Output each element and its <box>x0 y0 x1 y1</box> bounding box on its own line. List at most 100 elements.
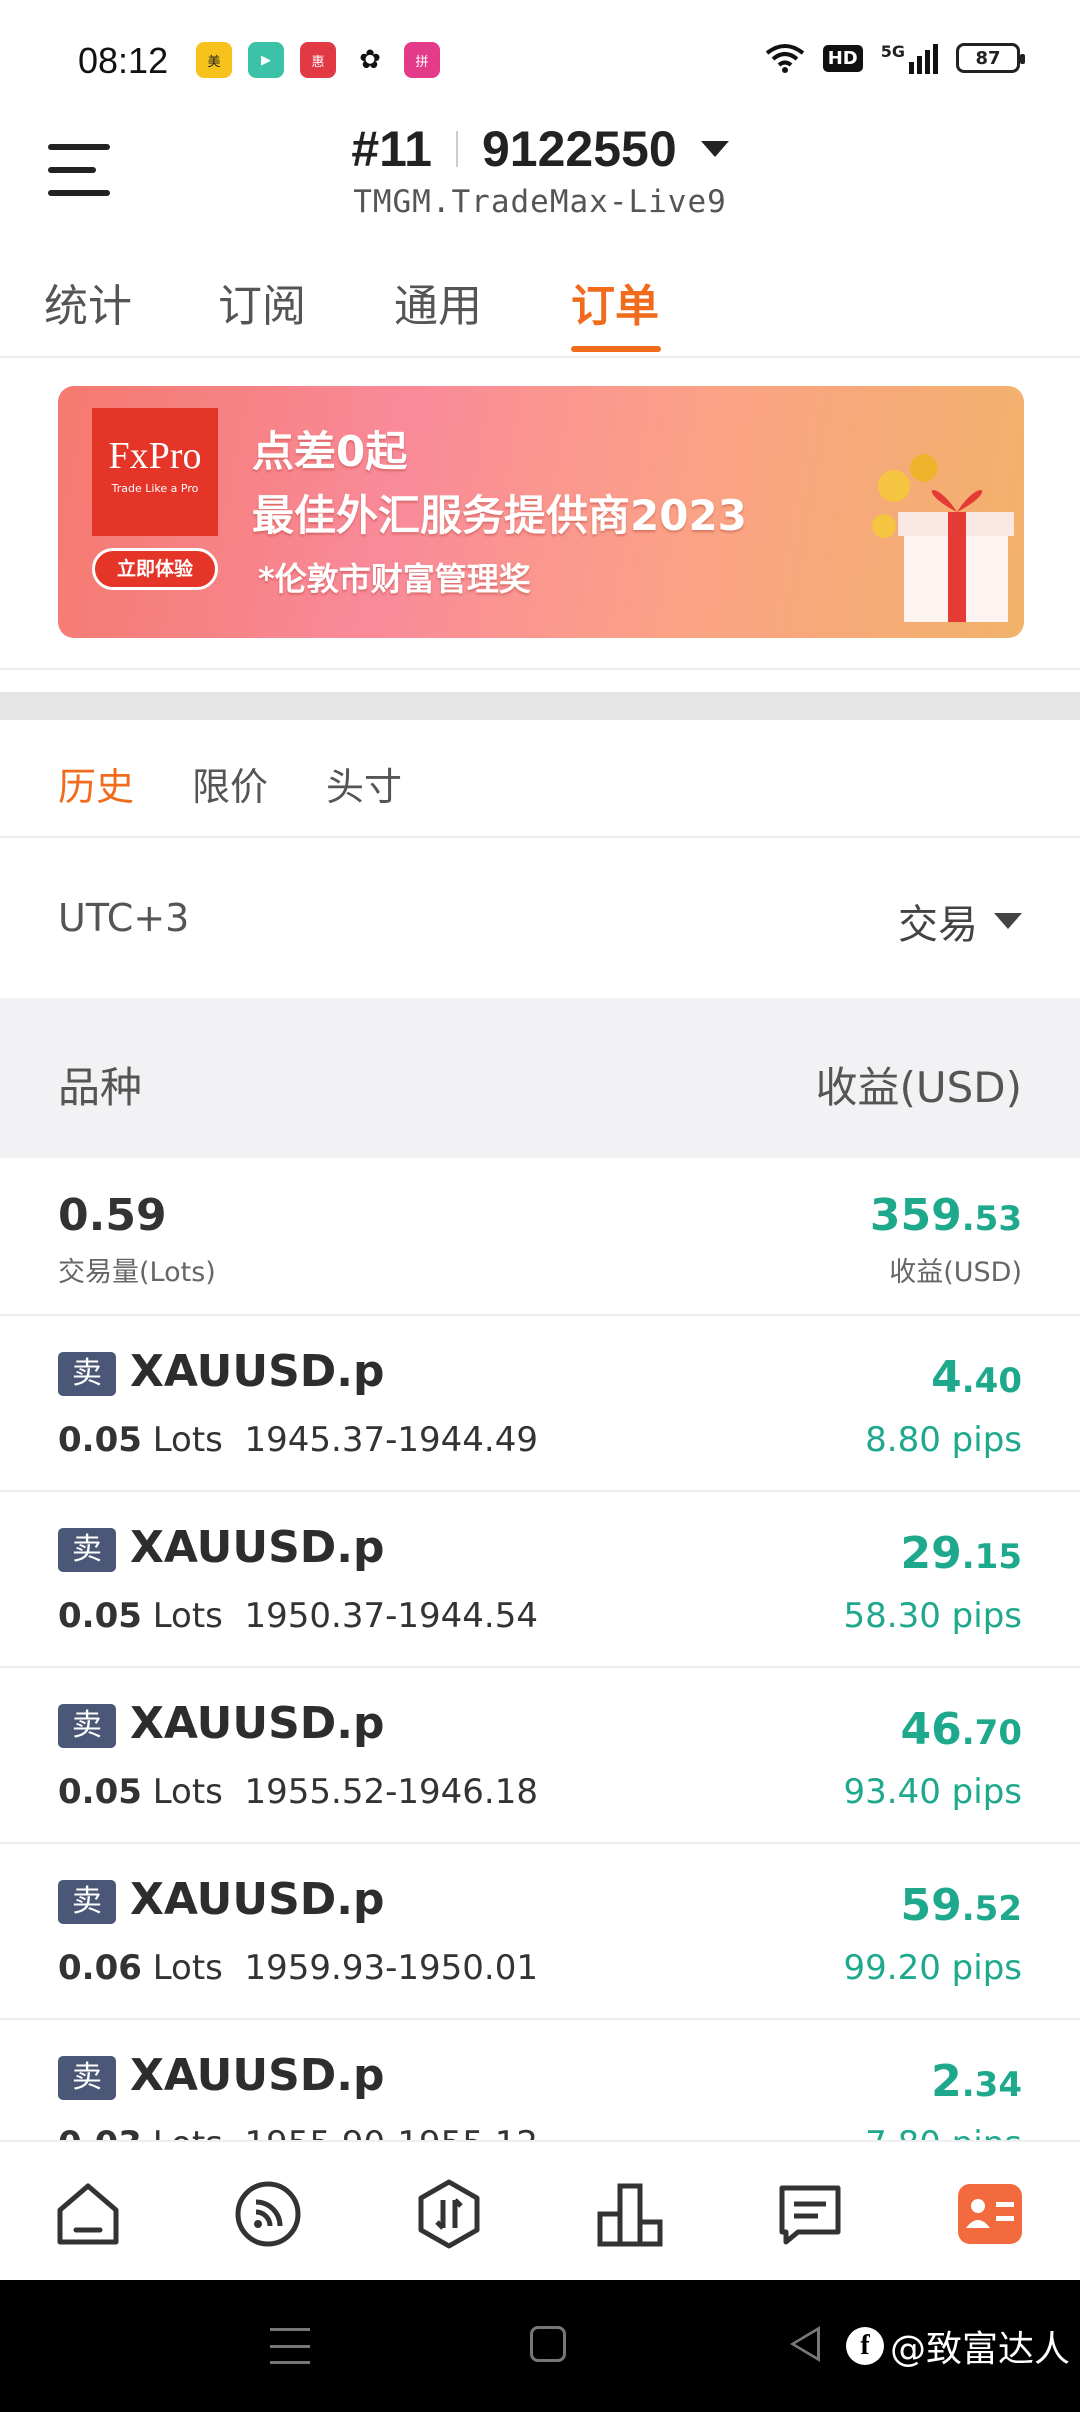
order-prices: 1945.37-1944.49 <box>244 1420 538 1460</box>
app-header: #11 9122550 TMGM.TradeMax-Live9 <box>0 120 1080 240</box>
order-symbol: XAUUSD.p <box>130 2050 385 2101</box>
order-profit-int: 2 <box>931 2056 962 2107</box>
order-prices: 1950.37-1944.54 <box>244 1596 538 1636</box>
battery-indicator: 87 <box>956 43 1025 73</box>
bottom-nav <box>0 2140 1080 2280</box>
order-profit-dec: .52 <box>961 1889 1022 1929</box>
home-icon[interactable] <box>52 2178 124 2250</box>
column-symbol: 品种 <box>58 1063 143 1112</box>
profile-card-icon[interactable] <box>954 2178 1026 2250</box>
banner-cta-button[interactable]: 立即体验 <box>92 548 218 590</box>
order-symbol: XAUUSD.p <box>130 1346 385 1397</box>
order-profit-int: 29 <box>900 1528 962 1579</box>
total-profit-int: 359 <box>869 1190 962 1241</box>
watermark-text: @致富达人 <box>889 2329 1070 2370</box>
section-divider <box>0 692 1080 720</box>
order-pips: 58.30 pips <box>843 1596 1022 1636</box>
meituan-app-icon: 美 <box>196 42 232 78</box>
order-list: 卖 XAUUSD.p 0.05 Lots 1945.37-1944.49 4.4… <box>0 1316 1080 2140</box>
tab-general[interactable]: 通用 <box>394 270 482 334</box>
order-detail: 0.06 Lots 1959.93-1950.01 <box>58 1948 538 1988</box>
account-server: TMGM.TradeMax-Live9 <box>353 184 727 220</box>
notification-icons: 美 ▶ 惠 ✿ 拼 <box>196 42 440 78</box>
tab-history[interactable]: 历史 <box>58 756 134 811</box>
order-profit-dec: .70 <box>961 1713 1022 1753</box>
order-row[interactable]: 卖 XAUUSD.p 0.06 Lots 1959.93-1950.01 59.… <box>0 1844 1080 2020</box>
account-number: 9122550 <box>482 121 677 177</box>
timezone-label[interactable]: UTC+3 <box>58 896 189 940</box>
order-lots: 0.03 <box>58 2124 142 2140</box>
sell-badge: 卖 <box>58 1352 116 1396</box>
home-button-icon[interactable] <box>530 2326 566 2362</box>
order-row[interactable]: 卖 XAUUSD.p 0.05 Lots 1950.37-1944.54 29.… <box>0 1492 1080 1668</box>
banner-subheadline: 最佳外汇服务提供商2023 <box>252 491 747 540</box>
order-profit: 29.15 <box>901 1528 1022 1579</box>
pinduoduo-app-icon: 拼 <box>404 42 440 78</box>
order-pips: 8.80 pips <box>865 1420 1022 1460</box>
column-profit: 收益(USD) <box>815 1063 1022 1112</box>
recent-apps-icon[interactable] <box>270 2328 310 2364</box>
sell-badge: 卖 <box>58 1880 116 1924</box>
network-type: 5G <box>880 42 905 61</box>
order-pips: 7.80 pips <box>865 2124 1022 2140</box>
order-profit-int: 59 <box>900 1880 962 1931</box>
account-prefix: #11 <box>351 121 432 177</box>
order-prices: 1955.52-1946.18 <box>244 1772 538 1812</box>
order-detail: 0.05 Lots 1945.37-1944.49 <box>58 1420 538 1460</box>
order-profit: 59.52 <box>901 1880 1022 1931</box>
summary-row: 0.59 交易量(Lots) 359.53 收益(USD) <box>0 1158 1080 1316</box>
order-profit-dec: .40 <box>961 1361 1022 1401</box>
order-lots-unit: Lots <box>152 1420 223 1460</box>
total-lots: 0.59 <box>58 1190 167 1241</box>
order-detail: 0.05 Lots 1950.37-1944.54 <box>58 1596 538 1636</box>
triangle-down-icon <box>994 913 1022 929</box>
ranking-icon[interactable] <box>594 2178 666 2250</box>
order-symbol: XAUUSD.p <box>130 1522 385 1573</box>
signal-feed-icon[interactable] <box>232 2178 304 2250</box>
sell-badge: 卖 <box>58 1704 116 1748</box>
gift-box-illustration <box>864 446 1014 626</box>
account-selector[interactable]: #11 9122550 TMGM.TradeMax-Live9 <box>0 120 1080 220</box>
tab-limit[interactable]: 限价 <box>192 756 268 811</box>
logo-tagline: Trade Like a Pro <box>111 482 199 495</box>
video-app-icon: ▶ <box>248 42 284 78</box>
status-right: HD 5G 87 <box>765 42 1025 74</box>
top-tabs: 统计 订阅 通用 订单 <box>0 258 1080 358</box>
tab-stats[interactable]: 统计 <box>44 270 132 334</box>
signal-icon: 5G <box>881 42 938 74</box>
order-prices: 1955.90-1955.12 <box>245 2124 538 2140</box>
order-row[interactable]: 卖 XAUUSD.p 0.05 Lots 1945.37-1944.49 4.4… <box>0 1316 1080 1492</box>
tab-positions[interactable]: 头寸 <box>326 756 402 811</box>
trade-icon[interactable] <box>413 2178 485 2250</box>
order-pips: 99.20 pips <box>843 1948 1022 1988</box>
back-icon[interactable] <box>790 2326 820 2362</box>
trade-type-dropdown[interactable]: 交易 <box>898 892 1022 950</box>
ad-banner[interactable]: FxPro Trade Like a Pro 立即体验 点差0起 最佳外汇服务提… <box>58 386 1024 638</box>
tab-orders[interactable]: 订单 <box>571 270 659 334</box>
fxpro-logo: FxPro Trade Like a Pro <box>92 408 218 536</box>
account-separator <box>456 131 458 167</box>
message-icon[interactable] <box>774 2178 846 2250</box>
order-lots-unit: Lots <box>152 1948 223 1988</box>
order-lots: 0.06 <box>58 1948 142 1988</box>
total-profit-dec: .53 <box>961 1199 1022 1239</box>
order-row[interactable]: 卖 XAUUSD.p 0.05 Lots 1955.52-1946.18 46.… <box>0 1668 1080 1844</box>
order-row[interactable]: 卖 XAUUSD.p 0.03 Lots 1955.90-1955.12 2.3… <box>0 2020 1080 2140</box>
order-profit: 2.34 <box>931 2056 1022 2107</box>
total-lots-label: 交易量(Lots) <box>58 1257 216 1288</box>
tab-subscription[interactable]: 订阅 <box>218 270 306 334</box>
order-sub-tabs: 历史 限价 头寸 <box>0 720 1080 838</box>
hd-badge: HD <box>822 44 863 72</box>
banner-headline: 点差0起 <box>252 427 408 476</box>
banner-award: *伦敦市财富管理奖 <box>258 560 531 598</box>
order-lots-unit: Lots <box>153 2124 223 2140</box>
order-profit-dec: .34 <box>961 2065 1022 2105</box>
order-lots-unit: Lots <box>152 1596 223 1636</box>
order-lots-unit: Lots <box>152 1772 223 1812</box>
system-nav-bar: f @致富达人 <box>0 2280 1080 2412</box>
total-profit: 359.53 <box>870 1190 1022 1241</box>
order-lots: 0.05 <box>58 1772 142 1812</box>
status-time: 08:12 <box>78 40 169 81</box>
total-profit-label: 收益(USD) <box>889 1257 1022 1288</box>
order-profit-int: 4 <box>931 1352 962 1403</box>
